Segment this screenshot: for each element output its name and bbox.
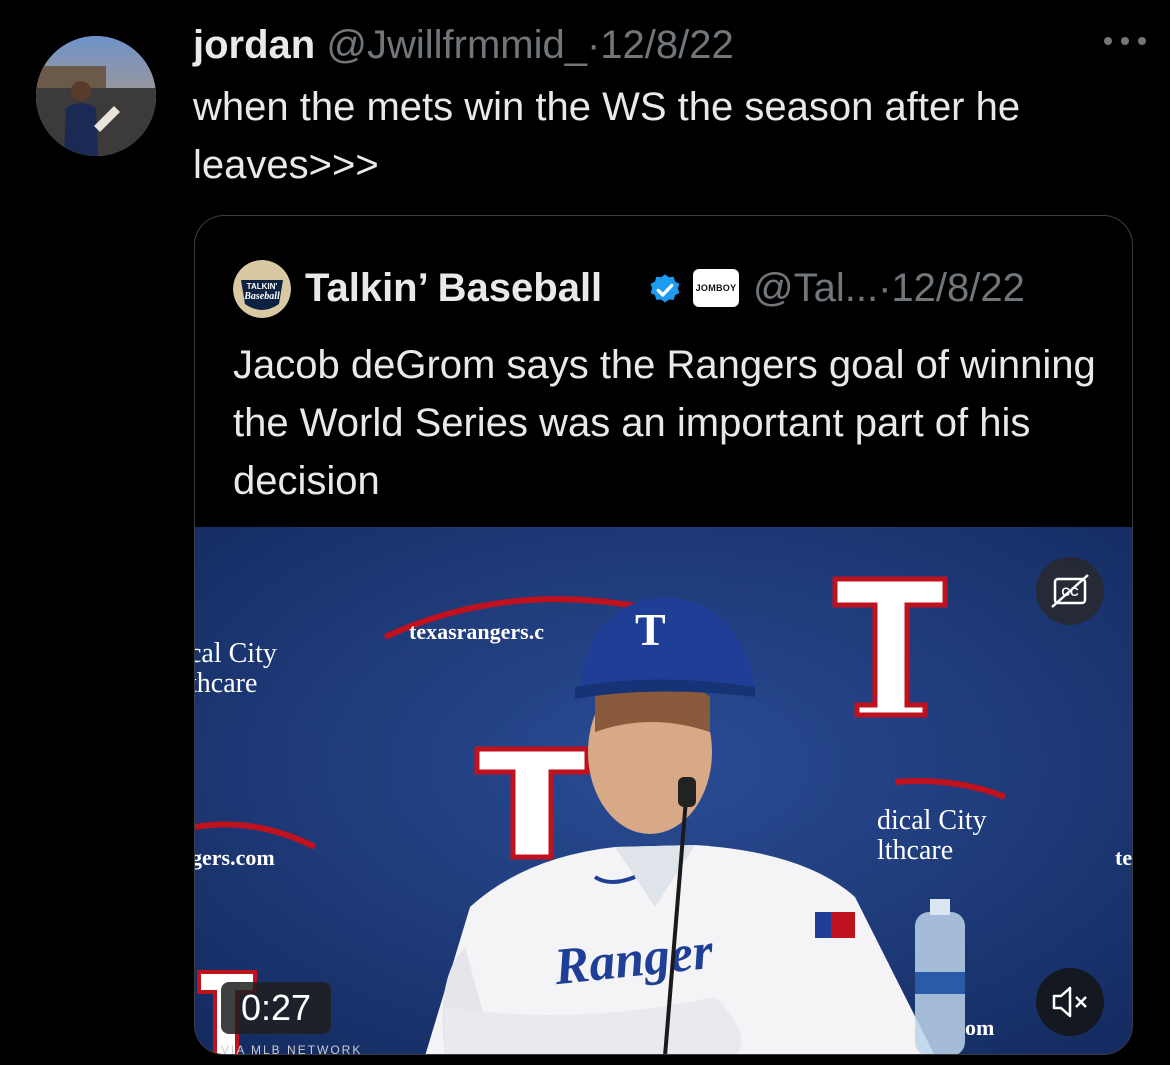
tweet-text: when the mets win the WS the season afte…: [193, 85, 1021, 187]
video-duration-badge: 0:27: [221, 982, 331, 1034]
video-player[interactable]: cal City thcare gers.com texasrangers.c …: [195, 527, 1132, 1055]
backdrop-sponsor: cal City: [195, 638, 277, 669]
backdrop-site: texasrangers.c: [409, 619, 544, 644]
logo-line-1: TALKIN': [247, 282, 278, 291]
mute-toggle-button[interactable]: [1036, 968, 1104, 1036]
quoted-author-handle[interactable]: @Tal...: [753, 266, 878, 310]
quoted-tweet-header: TALKIN' Baseball Talkin’ Baseball JOMBOY…: [233, 258, 1112, 318]
author-name[interactable]: jordan: [193, 23, 315, 67]
backdrop-sponsor: thcare: [195, 668, 257, 699]
closed-captions-off-icon: CC: [1051, 574, 1089, 608]
water-bottle: [915, 899, 965, 1054]
more-options-icon[interactable]: [1102, 34, 1148, 48]
speaker-muted-icon: [1052, 986, 1087, 1018]
separator-dot: ·: [586, 23, 601, 67]
talkin-baseball-logo: TALKIN' Baseball: [233, 260, 291, 318]
tweet-header: jordan @Jwillfrmmid_·12/8/22: [193, 20, 1140, 70]
quoted-author-name[interactable]: Talkin’ Baseball: [305, 258, 602, 318]
video-watermark: VIA MLB NETWORK: [221, 1043, 363, 1055]
author-handle[interactable]: @Jwillfrmmid_: [326, 23, 587, 67]
backdrop-site: te: [1115, 845, 1132, 870]
quoted-meta: @Tal...·12/8/22: [753, 258, 1025, 318]
video-frame: cal City thcare gers.com texasrangers.c …: [195, 527, 1132, 1054]
backdrop-sponsor: lthcare: [877, 835, 953, 866]
avatar-photo: [36, 36, 156, 156]
closed-captions-button[interactable]: CC: [1036, 557, 1104, 625]
separator-dot: ·: [878, 266, 892, 310]
backdrop-site: gers.com: [195, 845, 275, 870]
logo-line-2: Baseball: [243, 291, 280, 302]
cap-logo: T: [635, 604, 666, 655]
tweet-date[interactable]: 12/8/22: [600, 23, 733, 67]
quoted-tweet-text: Jacob deGrom says the Rangers goal of wi…: [233, 343, 1096, 503]
quoted-author-avatar[interactable]: TALKIN' Baseball: [233, 260, 291, 318]
backdrop-site: om: [965, 1015, 994, 1040]
verified-badge-icon: [650, 274, 680, 303]
author-avatar[interactable]: [36, 36, 156, 156]
backdrop-sponsor: dical City: [877, 805, 987, 836]
quoted-tweet-card[interactable]: TALKIN' Baseball Talkin’ Baseball JOMBOY…: [194, 215, 1133, 1055]
affiliate-badge[interactable]: JOMBOY: [693, 269, 739, 307]
quoted-tweet-date[interactable]: 12/8/22: [891, 266, 1024, 310]
